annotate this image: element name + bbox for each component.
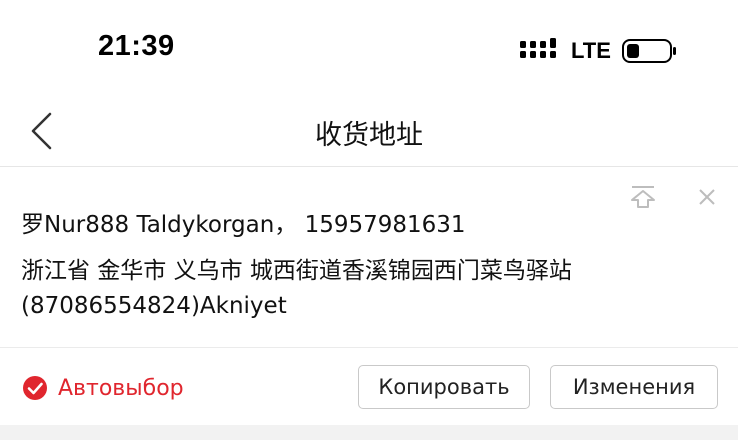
auto-select-label: Автовыбор bbox=[58, 375, 184, 401]
edit-button[interactable]: Изменения bbox=[550, 365, 718, 409]
nav-divider bbox=[0, 166, 738, 167]
pin-to-top-icon[interactable] bbox=[628, 184, 658, 210]
status-time: 21:39 bbox=[98, 30, 175, 62]
recipient-name-phone: 罗Nur888 Taldykorgan， 15957981631 bbox=[21, 212, 466, 238]
check-circle-icon bbox=[23, 376, 47, 400]
copy-button[interactable]: Копировать bbox=[358, 365, 530, 409]
network-type: LTE bbox=[571, 38, 611, 63]
address-page: 21:39 LTE 收货地址 罗Nur888 Taldykorgan， 1595… bbox=[0, 0, 738, 440]
card-top-actions bbox=[628, 184, 728, 212]
battery-icon bbox=[622, 39, 676, 63]
auto-select-toggle[interactable]: Автовыбор bbox=[22, 372, 184, 404]
next-card-edge bbox=[0, 425, 738, 440]
card-divider bbox=[0, 347, 738, 348]
signal-icon bbox=[520, 38, 556, 58]
page-title: 收货地址 bbox=[315, 120, 423, 151]
address-detail: 浙江省 金华市 义乌市 城西街道香溪锦园西门菜鸟驿站(87086554824)A… bbox=[21, 258, 572, 319]
close-icon[interactable] bbox=[696, 186, 718, 208]
